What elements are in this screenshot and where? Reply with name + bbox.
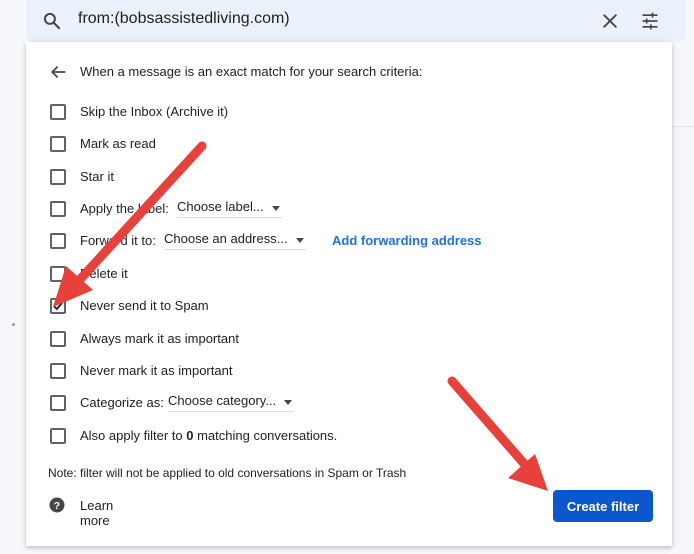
- option-categorize[interactable]: Categorize as: Choose category...: [50, 393, 350, 413]
- option-label: Forward it to:: [80, 233, 156, 248]
- option-label: Mark as read: [80, 136, 156, 151]
- checkbox[interactable]: [50, 266, 66, 282]
- search-icon[interactable]: [42, 11, 62, 31]
- close-icon[interactable]: [600, 11, 620, 31]
- option-label: Also apply filter to 0 matching conversa…: [80, 428, 337, 443]
- caret-down-icon: [295, 238, 304, 243]
- option-label: Skip the Inbox (Archive it): [80, 104, 229, 119]
- label-dropdown[interactable]: Choose label...: [177, 199, 282, 218]
- checkmark-icon: [53, 302, 63, 311]
- checkbox[interactable]: [50, 395, 66, 411]
- search-input[interactable]: from:(bobsassistedliving.com): [78, 10, 290, 28]
- filter-note: Note: filter will not be applied to old …: [48, 466, 407, 480]
- search-bar: from:(bobsassistedliving.com): [26, 0, 686, 42]
- help-icon[interactable]: ?: [48, 496, 66, 514]
- checkbox-checked[interactable]: [50, 298, 66, 314]
- background-divider: [672, 126, 694, 127]
- checkbox[interactable]: [50, 233, 66, 249]
- option-label: Categorize as:: [80, 395, 164, 410]
- dropdown-value: Choose label...: [177, 199, 264, 214]
- learn-more-link[interactable]: Learn more: [80, 498, 113, 528]
- option-apply-label[interactable]: Apply the label: Choose label...: [50, 199, 350, 219]
- option-label: Delete it: [80, 266, 128, 281]
- checkbox[interactable]: [50, 104, 66, 120]
- option-forward[interactable]: Forward it to: Choose an address... Add …: [50, 231, 510, 251]
- create-filter-button[interactable]: Create filter: [553, 490, 653, 522]
- arrow-back-icon[interactable]: [48, 62, 68, 82]
- filter-panel: When a message is an exact match for you…: [26, 42, 672, 546]
- caret-down-icon: [271, 206, 280, 211]
- label-suffix: matching conversations.: [197, 428, 338, 443]
- add-forwarding-address-link[interactable]: Add forwarding address: [332, 233, 482, 248]
- dropdown-value: Choose category...: [168, 393, 277, 408]
- checkbox[interactable]: [50, 169, 66, 185]
- tune-icon[interactable]: [640, 11, 660, 31]
- svg-text:?: ?: [54, 500, 60, 512]
- option-label: Never mark it as important: [80, 363, 233, 378]
- background-fragment: [12, 323, 15, 326]
- option-label: Always mark it as important: [80, 331, 239, 346]
- option-label: Star it: [80, 169, 114, 184]
- option-label: Never send it to Spam: [80, 298, 209, 313]
- caret-down-icon: [284, 400, 293, 405]
- option-label: Apply the label:: [80, 201, 169, 216]
- address-dropdown[interactable]: Choose an address...: [164, 231, 306, 250]
- checkbox[interactable]: [50, 331, 66, 347]
- label-prefix: Also apply filter to: [80, 428, 183, 443]
- category-dropdown[interactable]: Choose category...: [168, 393, 295, 412]
- checkbox[interactable]: [50, 136, 66, 152]
- header-text: When a message is an exact match for you…: [80, 64, 423, 79]
- checkbox[interactable]: [50, 201, 66, 217]
- matching-count: 0: [186, 428, 194, 443]
- checkbox[interactable]: [50, 428, 66, 444]
- dropdown-value: Choose an address...: [164, 231, 288, 246]
- checkbox[interactable]: [50, 363, 66, 379]
